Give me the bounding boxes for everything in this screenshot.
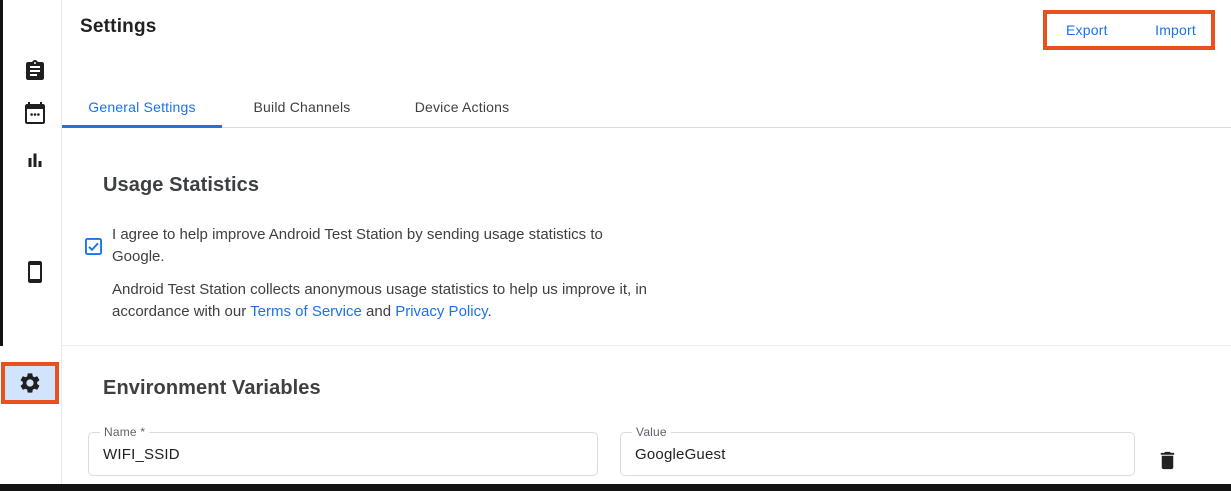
env-value-input[interactable] xyxy=(621,433,1134,475)
calendar-icon[interactable] xyxy=(23,101,47,125)
section-divider xyxy=(62,345,1231,346)
export-import-annotation-box: Export Import xyxy=(1043,10,1215,50)
active-tab-indicator xyxy=(62,125,222,128)
clipboard-icon[interactable] xyxy=(23,59,47,83)
smartphone-icon[interactable] xyxy=(23,260,47,284)
usage-agree-checkbox[interactable] xyxy=(85,238,102,255)
import-button[interactable]: Import xyxy=(1155,22,1196,38)
usage-description: Android Test Station collects anonymous … xyxy=(112,279,647,323)
trash-icon xyxy=(1156,449,1179,472)
tab-device-actions[interactable]: Device Actions xyxy=(382,87,542,127)
env-name-input[interactable] xyxy=(89,433,597,475)
settings-gear-icon[interactable] xyxy=(18,371,42,395)
env-name-field: Name * xyxy=(88,432,598,476)
settings-tab-bar: General Settings Build Channels Device A… xyxy=(62,87,1231,128)
window-edge-left xyxy=(0,0,3,346)
tab-general-settings[interactable]: General Settings xyxy=(62,87,222,127)
usage-agree-label: I agree to help improve Android Test Sta… xyxy=(112,224,603,268)
tab-build-channels[interactable]: Build Channels xyxy=(222,87,382,127)
sidebar xyxy=(3,0,62,484)
env-value-label: Value xyxy=(632,425,671,439)
tab-label: General Settings xyxy=(88,99,195,115)
settings-annotation-box xyxy=(1,362,59,404)
export-button[interactable]: Export xyxy=(1066,22,1108,38)
app-window: Settings Export Import General Settings … xyxy=(0,0,1231,491)
env-value-field: Value xyxy=(620,432,1135,476)
tab-label: Device Actions xyxy=(415,99,510,115)
privacy-policy-link[interactable]: Privacy Policy xyxy=(395,303,487,320)
environment-variables-heading: Environment Variables xyxy=(103,377,321,400)
window-edge-bottom xyxy=(0,484,1231,491)
delete-env-variable-button[interactable] xyxy=(1149,442,1185,478)
usage-agree-row: I agree to help improve Android Test Sta… xyxy=(85,224,603,268)
bar-chart-icon[interactable] xyxy=(23,148,47,172)
tab-label: Build Channels xyxy=(254,99,351,115)
env-name-label: Name * xyxy=(100,425,149,439)
usage-statistics-heading: Usage Statistics xyxy=(103,174,259,197)
page-title: Settings xyxy=(80,16,157,38)
terms-of-service-link[interactable]: Terms of Service xyxy=(250,303,362,320)
